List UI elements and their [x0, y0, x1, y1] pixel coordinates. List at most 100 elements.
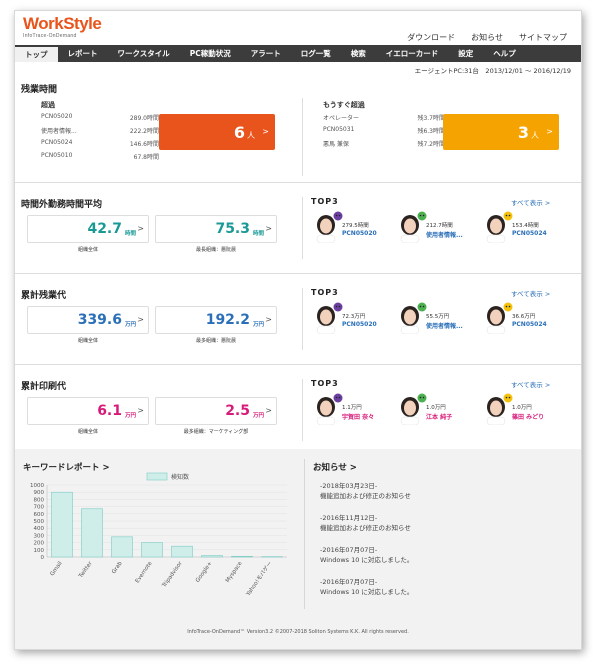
metric-unit: 万円: [252, 413, 264, 419]
chevron-right-icon: >: [137, 315, 144, 324]
metric-unit: 時間: [124, 231, 136, 237]
metric-value: 339.6: [77, 312, 122, 328]
near-row: 悪馬 兼保 残7.2時間: [323, 141, 445, 148]
ranking-person[interactable]: 1.1万円 宇賀田 奈々: [315, 391, 403, 431]
notice-link[interactable]: お知らせ: [471, 32, 503, 43]
nav-yellow-card[interactable]: イエローカード: [376, 45, 448, 62]
near-row: PCN05031 残6.3時間: [323, 126, 445, 135]
app-window: WorkStyle InfoTrace-OnDemand ダウンロード お知らせ…: [14, 10, 582, 650]
badge-icon: [417, 302, 427, 312]
badge-icon: [333, 211, 343, 221]
news-item[interactable]: -2016年11月12日- 機能追加および修正のお知らせ: [320, 513, 411, 533]
metric-card[interactable]: 6.1 万円 >: [27, 397, 149, 425]
metric-caption: 組織全体: [77, 247, 98, 253]
y-tick-label: 400: [34, 526, 45, 532]
ranking-name[interactable]: 宇賀田 奈々: [342, 412, 404, 421]
metric-value: 75.3: [215, 221, 250, 237]
metric-card[interactable]: 2.5 万円 >: [155, 397, 277, 425]
metric-unit: 万円: [124, 322, 136, 328]
badge-icon: [503, 302, 513, 312]
ranking-name[interactable]: 使用者情報...: [426, 230, 488, 239]
x-tick-label: Gmail: [50, 560, 64, 577]
badge-icon: [333, 302, 343, 312]
metric-card[interactable]: 339.6 万円 >: [27, 306, 149, 334]
ranking-value: 1.1万円: [342, 405, 362, 411]
metric-caption: 最多組織：悪阮晨: [195, 338, 236, 344]
bar: [51, 491, 73, 558]
over-count-button[interactable]: 6人 >: [159, 114, 275, 150]
ranking-person[interactable]: 72.3万円 PCN05020: [315, 300, 403, 340]
ranking-name[interactable]: PCN05020: [342, 230, 404, 237]
legend-label: 検知数: [171, 473, 189, 481]
metric-value: 42.7: [87, 221, 122, 237]
logo[interactable]: WorkStyle InfoTrace-OnDemand: [23, 14, 102, 40]
ranking-person[interactable]: 55.5万円 使用者情報...: [399, 300, 487, 340]
ranking-person[interactable]: 1.0万円 江本 純子: [399, 391, 487, 431]
chevron-right-icon: >: [262, 127, 269, 136]
see-all-link[interactable]: すべて表示 >: [511, 197, 550, 207]
nav-pc-status[interactable]: PC稼動状況: [180, 45, 241, 62]
agent-count-line: エージェントPC:31台 2013/12/01 ～ 2016/12/19: [414, 67, 571, 75]
x-tick-label: Grab: [111, 560, 124, 575]
over-label: 超過: [41, 101, 55, 109]
ranking-value: 55.5万円: [426, 314, 450, 320]
download-link[interactable]: ダウンロード: [407, 32, 455, 43]
metric-value: 192.2: [205, 312, 250, 328]
nav-alert[interactable]: アラート: [241, 45, 291, 62]
near-count-button[interactable]: 3人 >: [443, 114, 559, 150]
ranking-name[interactable]: 江本 純子: [426, 412, 488, 421]
y-tick-label: 500: [34, 519, 45, 525]
sitemap-link[interactable]: サイトマップ: [519, 32, 567, 43]
ranking-person[interactable]: 1.0万円 篠田 みどり: [485, 391, 573, 431]
ranking-name[interactable]: PCN05024: [512, 230, 574, 237]
y-tick-label: 700: [34, 505, 45, 511]
near-row: オペレーター 残3.7時間: [323, 115, 445, 122]
news-item[interactable]: -2016年07月07日- Windows 10 に対応しました。: [320, 577, 413, 597]
ranking-name[interactable]: 使用者情報...: [426, 321, 488, 330]
chevron-right-icon: >: [265, 315, 272, 324]
ranking-name[interactable]: PCN05020: [342, 321, 404, 328]
ranking-person[interactable]: 153.4時間 PCN05024: [485, 209, 573, 249]
news-item[interactable]: -2018年03月23日- 機能追加および修正のお知らせ: [320, 481, 411, 501]
y-tick-label: 600: [34, 512, 45, 518]
nav-report[interactable]: レポート: [58, 45, 108, 62]
near-label: もうすぐ超過: [323, 101, 365, 109]
metric-value: 6.1: [97, 403, 122, 419]
near-count: 3: [517, 122, 529, 142]
nav-log-list[interactable]: ログ一覧: [291, 45, 341, 62]
ranking-value: 72.3万円: [342, 314, 366, 320]
main-nav: トップ レポート ワークスタイル PC稼動状況 アラート ログ一覧 検索 イエロ…: [15, 45, 581, 62]
logo-text: WorkStyle: [23, 14, 102, 33]
ranking-name[interactable]: PCN05024: [512, 321, 574, 328]
divider: [302, 288, 303, 350]
nav-help[interactable]: ヘルプ: [483, 45, 526, 62]
news-title-link[interactable]: お知らせ >: [313, 461, 357, 473]
logo-subtext: InfoTrace-OnDemand: [23, 33, 77, 39]
section-title: 時間外勤務時間平均: [21, 200, 103, 210]
metric-card[interactable]: 42.7 時間 >: [27, 215, 149, 243]
x-tick-label: Yahoo!モバゲー: [243, 560, 273, 599]
y-tick-label: 1000: [30, 483, 44, 489]
divider: [302, 98, 303, 176]
nav-workstyle[interactable]: ワークスタイル: [108, 45, 180, 62]
ranking-person[interactable]: 279.5時間 PCN05020: [315, 209, 403, 249]
ranking-person[interactable]: 212.7時間 使用者情報...: [399, 209, 487, 249]
top3-label: TOP3: [311, 197, 339, 206]
news-item[interactable]: -2016年07月07日- Windows 10 に対応しました。: [320, 545, 413, 565]
bar: [231, 555, 253, 558]
ranking-person[interactable]: 36.6万円 PCN05024: [485, 300, 573, 340]
section-title: 累計残業代: [21, 291, 67, 301]
ranking-name[interactable]: 篠田 みどり: [512, 412, 574, 421]
see-all-link[interactable]: すべて表示 >: [511, 379, 550, 389]
over-row: PCN05020 289.0時間: [41, 113, 159, 122]
metric-card[interactable]: 192.2 万円 >: [155, 306, 277, 334]
chevron-right-icon: >: [265, 406, 272, 415]
metric-unit: 万円: [252, 322, 264, 328]
metric-card[interactable]: 75.3 時間 >: [155, 215, 277, 243]
metric-caption: 組織全体: [77, 338, 98, 344]
nav-settings[interactable]: 設定: [448, 45, 483, 62]
nav-top[interactable]: トップ: [15, 45, 58, 62]
x-tick-label: Myspace: [225, 560, 244, 584]
nav-search[interactable]: 検索: [341, 45, 376, 62]
see-all-link[interactable]: すべて表示 >: [511, 288, 550, 298]
